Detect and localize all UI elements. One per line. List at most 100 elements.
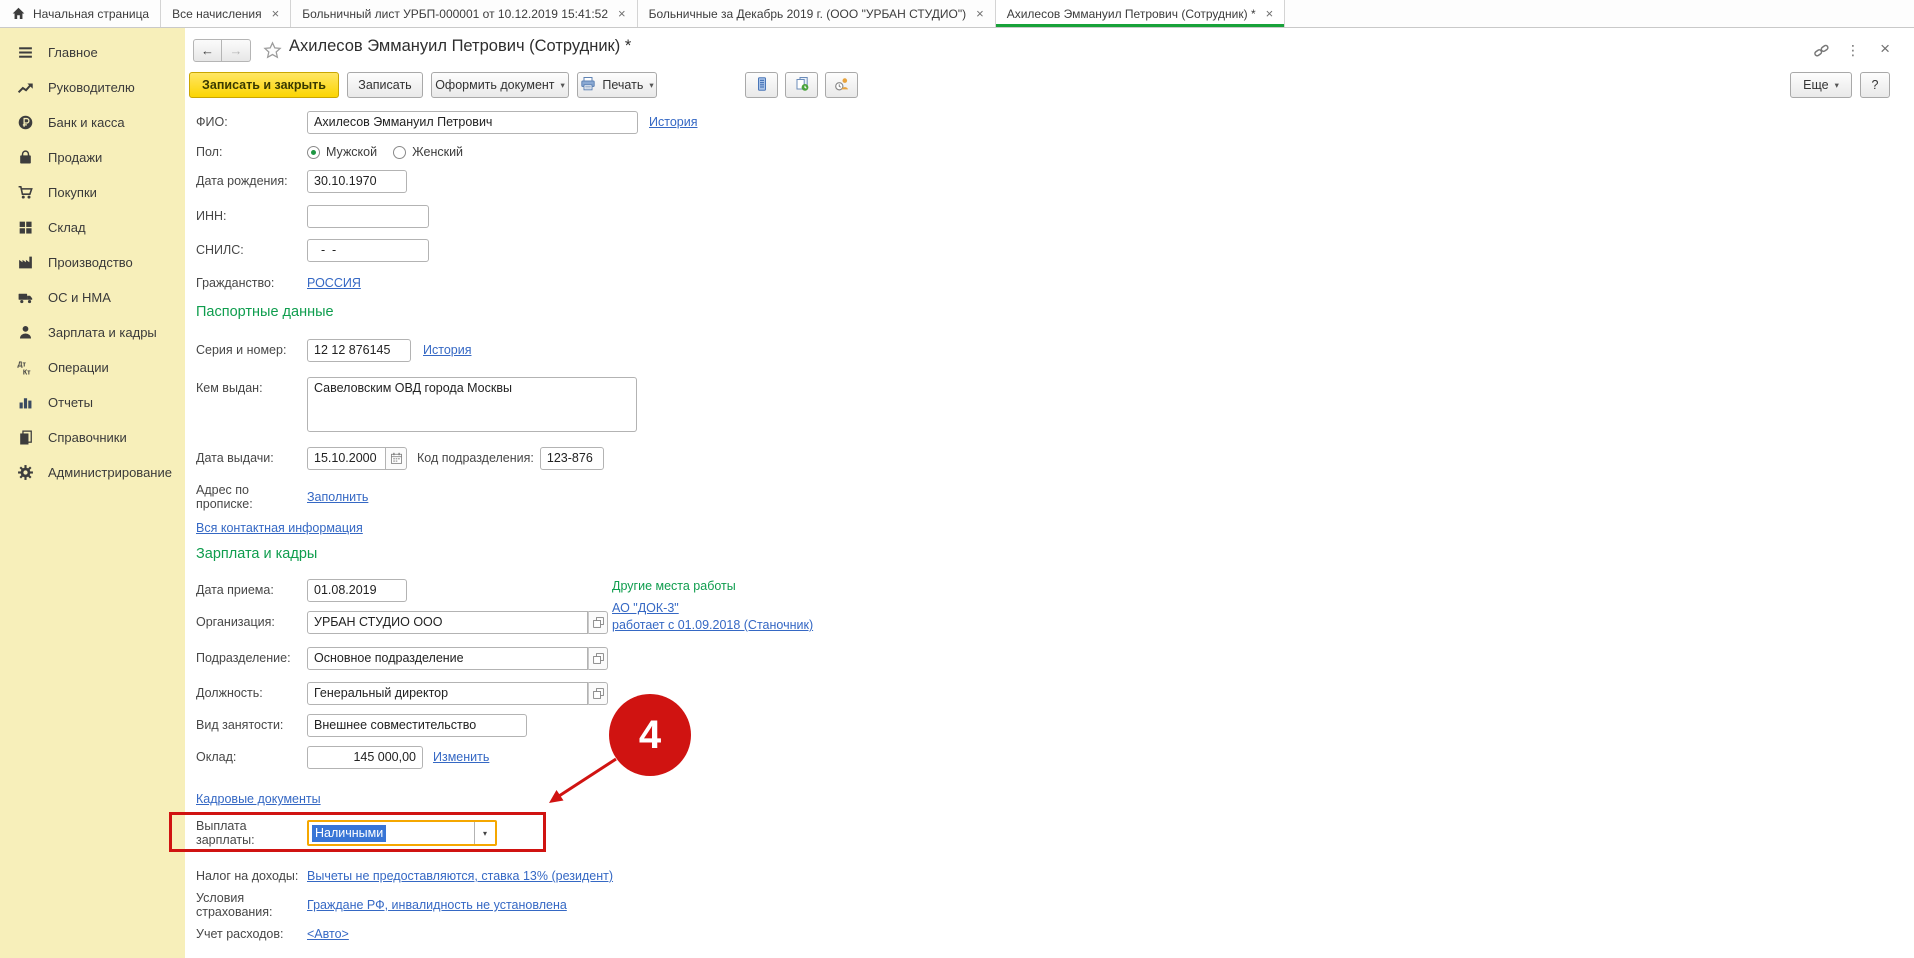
journal-button[interactable] (745, 72, 778, 98)
ruble-coin-icon (17, 114, 34, 131)
open-organization-icon[interactable] (588, 611, 608, 634)
open-department-icon[interactable] (588, 647, 608, 670)
fill-address-link[interactable]: Заполнить (307, 490, 368, 504)
reg-address-label: Адрес по прописке: (196, 483, 307, 511)
save-button[interactable]: Записать (347, 72, 423, 98)
all-contacts-link[interactable]: Вся контактная информация (196, 521, 363, 535)
sidebar-item-manager[interactable]: Руководителю (0, 70, 185, 105)
print-button[interactable]: Печать ▾ (577, 72, 657, 98)
issued-by-textarea[interactable]: Савеловским ОВД города Москвы (307, 377, 637, 432)
fio-history-link[interactable]: История (649, 115, 697, 129)
back-button[interactable]: ← (193, 39, 222, 62)
gender-radio-female[interactable]: Женский (393, 145, 463, 159)
bag-icon (17, 149, 34, 166)
tab-close-icon[interactable]: × (1266, 7, 1274, 20)
department-input[interactable] (307, 647, 588, 670)
more-button[interactable]: Еще ▾ (1790, 72, 1852, 98)
issue-document-label: Оформить документ (435, 78, 554, 92)
insurance-link[interactable]: Граждане РФ, инвалидность не установлена (307, 898, 567, 912)
other-job-company-link[interactable]: АО "ДОК-3" (612, 601, 679, 615)
hr-documents-link[interactable]: Кадровые документы (196, 792, 321, 806)
tab-sick-leave-doc[interactable]: Больничный лист УРБП-000001 от 10.12.201… (291, 0, 637, 27)
chevron-down-icon: ▾ (561, 80, 565, 91)
page-title: Ахилесов Эммануил Петрович (Сотрудник) * (289, 37, 631, 56)
dept-code-input[interactable] (540, 447, 604, 470)
tab-label: Больничный лист УРБП-000001 от 10.12.201… (302, 7, 608, 21)
selected-text: Наличными (312, 825, 386, 842)
calendar-icon[interactable] (385, 447, 407, 470)
organization-label: Организация: (196, 615, 307, 629)
sidebar-item-main[interactable]: Главное (0, 35, 185, 70)
forward-button[interactable]: → (222, 39, 251, 62)
trend-icon (17, 79, 34, 96)
sidebar-item-label: Операции (48, 360, 109, 375)
bar-chart-icon (17, 394, 34, 411)
help-label: ? (1872, 78, 1879, 92)
income-tax-link[interactable]: Вычеты не предоставляются, ставка 13% (р… (307, 869, 613, 883)
help-button[interactable]: ? (1860, 72, 1890, 98)
link-icon[interactable] (1813, 43, 1830, 62)
sidebar-item-purchases[interactable]: Покупки (0, 175, 185, 210)
nav-buttons: ← → (193, 39, 251, 62)
payment-method-dropdown[interactable]: Наличными ▾ (307, 820, 497, 846)
issue-date-input[interactable] (307, 447, 385, 470)
fio-input[interactable] (307, 111, 638, 134)
truck-icon (17, 289, 34, 306)
employment-type-input[interactable] (307, 714, 527, 737)
more-label: Еще (1803, 78, 1828, 92)
position-input[interactable] (307, 682, 588, 705)
sidebar-item-warehouse[interactable]: Склад (0, 210, 185, 245)
dtkt-icon: ДтКт (17, 359, 34, 376)
snils-input[interactable] (307, 239, 429, 262)
sidebar-item-assets[interactable]: ОС и НМА (0, 280, 185, 315)
sidebar-item-label: Продажи (48, 150, 102, 165)
hire-date-input[interactable] (307, 579, 407, 602)
sidebar-item-hr[interactable]: Зарплата и кадры (0, 315, 185, 350)
sidebar-item-label: Банк и касса (48, 115, 125, 130)
grid-icon (17, 219, 34, 236)
inn-input[interactable] (307, 205, 429, 228)
change-salary-link[interactable]: Изменить (433, 750, 489, 764)
person-icon (17, 324, 34, 341)
sidebar-item-directories[interactable]: Справочники (0, 420, 185, 455)
journal-icon (754, 76, 770, 95)
passport-history-link[interactable]: История (423, 343, 471, 357)
close-icon[interactable]: × (1880, 40, 1890, 57)
tab-home[interactable]: Начальная страница (0, 0, 161, 27)
sidebar-item-sales[interactable]: Продажи (0, 140, 185, 175)
tab-employee[interactable]: Ахилесов Эммануил Петрович (Сотрудник) *… (996, 0, 1286, 27)
gender-radio-male[interactable]: Мужской (307, 145, 377, 159)
sidebar-item-label: Администрирование (48, 465, 172, 480)
menu-icon (17, 44, 34, 61)
other-job-period-link[interactable]: работает с 01.09.2018 (Станочник) (612, 618, 813, 632)
tab-accruals[interactable]: Все начисления× (161, 0, 291, 27)
dept-code-label: Код подразделения: (417, 451, 534, 465)
sidebar-item-operations[interactable]: ДтКт Операции (0, 350, 185, 385)
organization-input[interactable] (307, 611, 588, 634)
dropdown-arrow-icon[interactable]: ▾ (474, 822, 495, 844)
open-position-icon[interactable] (588, 682, 608, 705)
favorite-star-icon[interactable] (263, 41, 282, 64)
expense-accounting-link[interactable]: <Авто> (307, 927, 349, 941)
tab-close-icon[interactable]: × (618, 7, 626, 20)
citizenship-link[interactable]: РОССИЯ (307, 276, 361, 290)
tab-close-icon[interactable]: × (272, 7, 280, 20)
person-time-button[interactable] (825, 72, 858, 98)
issue-document-button[interactable]: Оформить документ ▾ (431, 72, 569, 98)
sidebar-item-label: Руководителю (48, 80, 135, 95)
print-label: Печать (602, 78, 643, 92)
birth-date-input[interactable] (307, 170, 407, 193)
save-close-button[interactable]: Записать и закрыть (189, 72, 339, 98)
sidebar-item-label: Главное (48, 45, 98, 60)
sidebar-item-production[interactable]: Производство (0, 245, 185, 280)
documents-history-button[interactable] (785, 72, 818, 98)
radio-selected-icon (307, 146, 320, 159)
sidebar-item-reports[interactable]: Отчеты (0, 385, 185, 420)
passport-series-input[interactable] (307, 339, 411, 362)
more-options-icon[interactable]: ⋮ (1846, 43, 1860, 57)
tab-close-icon[interactable]: × (976, 7, 984, 20)
salary-input[interactable] (307, 746, 423, 769)
tab-sick-leave-list[interactable]: Больничные за Декабрь 2019 г. (ООО "УРБА… (638, 0, 996, 27)
sidebar-item-bank[interactable]: Банк и касса (0, 105, 185, 140)
sidebar-item-admin[interactable]: Администрирование (0, 455, 185, 490)
